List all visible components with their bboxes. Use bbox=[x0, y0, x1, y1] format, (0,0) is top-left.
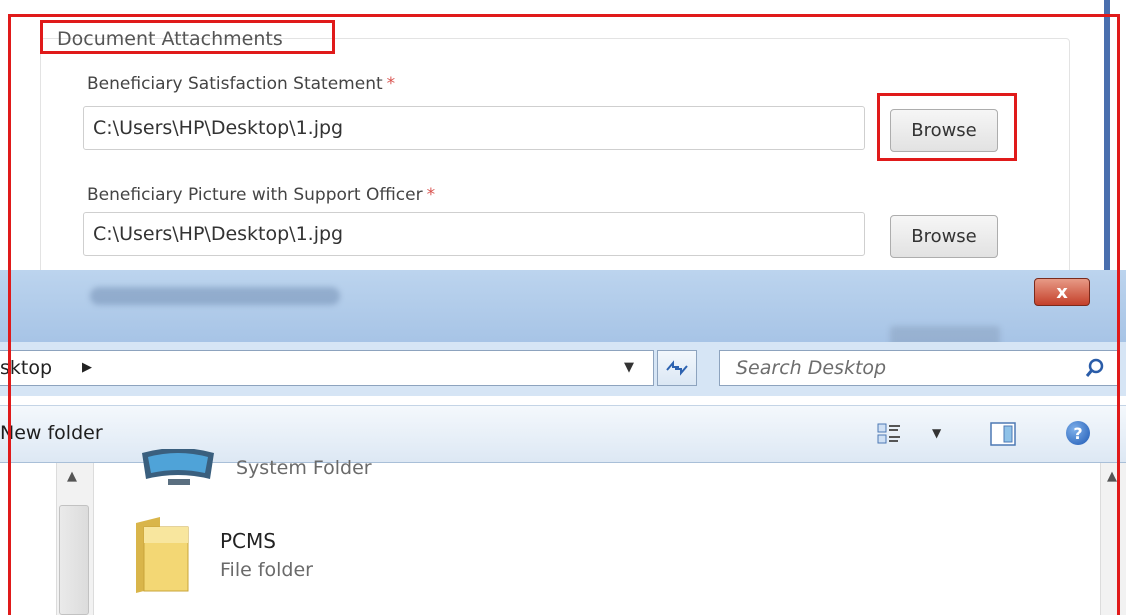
item-type: System Folder bbox=[236, 457, 372, 479]
search-input[interactable]: Search Desktop bbox=[736, 351, 886, 385]
section-title: Document Attachments bbox=[57, 28, 283, 50]
computer-icon bbox=[142, 449, 214, 485]
window-edge bbox=[1104, 0, 1110, 272]
field-label-picture: Beneficiary Picture with Support Officer… bbox=[87, 185, 435, 205]
item-type: File folder bbox=[220, 559, 313, 581]
blurred-field-label bbox=[90, 287, 340, 305]
satisfaction-file-input[interactable]: C:\Users\HP\Desktop\1.jpg bbox=[83, 106, 865, 150]
nav-pane-scrollbar[interactable]: ▲ bbox=[56, 463, 94, 615]
browse-button-picture[interactable]: Browse bbox=[890, 215, 998, 258]
help-label: ? bbox=[1073, 423, 1083, 443]
preview-pane-icon[interactable] bbox=[990, 422, 1016, 446]
search-icon[interactable] bbox=[1084, 357, 1106, 379]
address-bar: sktop ▶ ▼ Search Desktop bbox=[0, 342, 1126, 396]
scroll-up-icon[interactable]: ▲ bbox=[1107, 469, 1117, 484]
field-label-text: Beneficiary Satisfaction Statement bbox=[87, 74, 383, 94]
breadcrumb-item-desktop[interactable]: sktop bbox=[0, 351, 52, 385]
required-mark: * bbox=[426, 185, 436, 205]
refresh-button[interactable] bbox=[657, 350, 697, 386]
close-icon: x bbox=[1056, 281, 1068, 303]
change-view-icon[interactable] bbox=[876, 421, 902, 447]
refresh-icon bbox=[666, 360, 688, 376]
scrollbar-thumb[interactable] bbox=[59, 505, 89, 615]
address-dropdown-icon[interactable]: ▼ bbox=[624, 351, 634, 385]
required-mark: * bbox=[386, 74, 396, 94]
browse-button-satisfaction[interactable]: Browse bbox=[890, 109, 998, 152]
file-list-scrollbar[interactable]: ▲ bbox=[1100, 463, 1126, 615]
new-folder-button[interactable]: New folder bbox=[0, 422, 103, 444]
open-file-dialog: x sktop ▶ ▼ Search Desktop New folder ▼ … bbox=[0, 270, 1126, 615]
help-icon[interactable]: ? bbox=[1066, 421, 1090, 445]
item-name: PCMS bbox=[220, 529, 276, 553]
picture-file-input[interactable]: C:\Users\HP\Desktop\1.jpg bbox=[83, 212, 865, 256]
scroll-up-icon[interactable]: ▲ bbox=[67, 469, 77, 484]
field-label-text: Beneficiary Picture with Support Officer bbox=[87, 185, 423, 205]
close-button[interactable]: x bbox=[1034, 278, 1090, 306]
breadcrumb[interactable]: sktop ▶ ▼ bbox=[0, 350, 654, 386]
breadcrumb-chevron-icon[interactable]: ▶ bbox=[82, 351, 92, 385]
views-dropdown-icon[interactable]: ▼ bbox=[932, 426, 941, 440]
field-label-satisfaction: Beneficiary Satisfaction Statement * bbox=[87, 74, 395, 94]
search-box[interactable]: Search Desktop bbox=[719, 350, 1119, 386]
file-list: ▲ System Folder PCMS File folder ▲ bbox=[0, 449, 1126, 615]
folder-icon bbox=[136, 517, 189, 593]
